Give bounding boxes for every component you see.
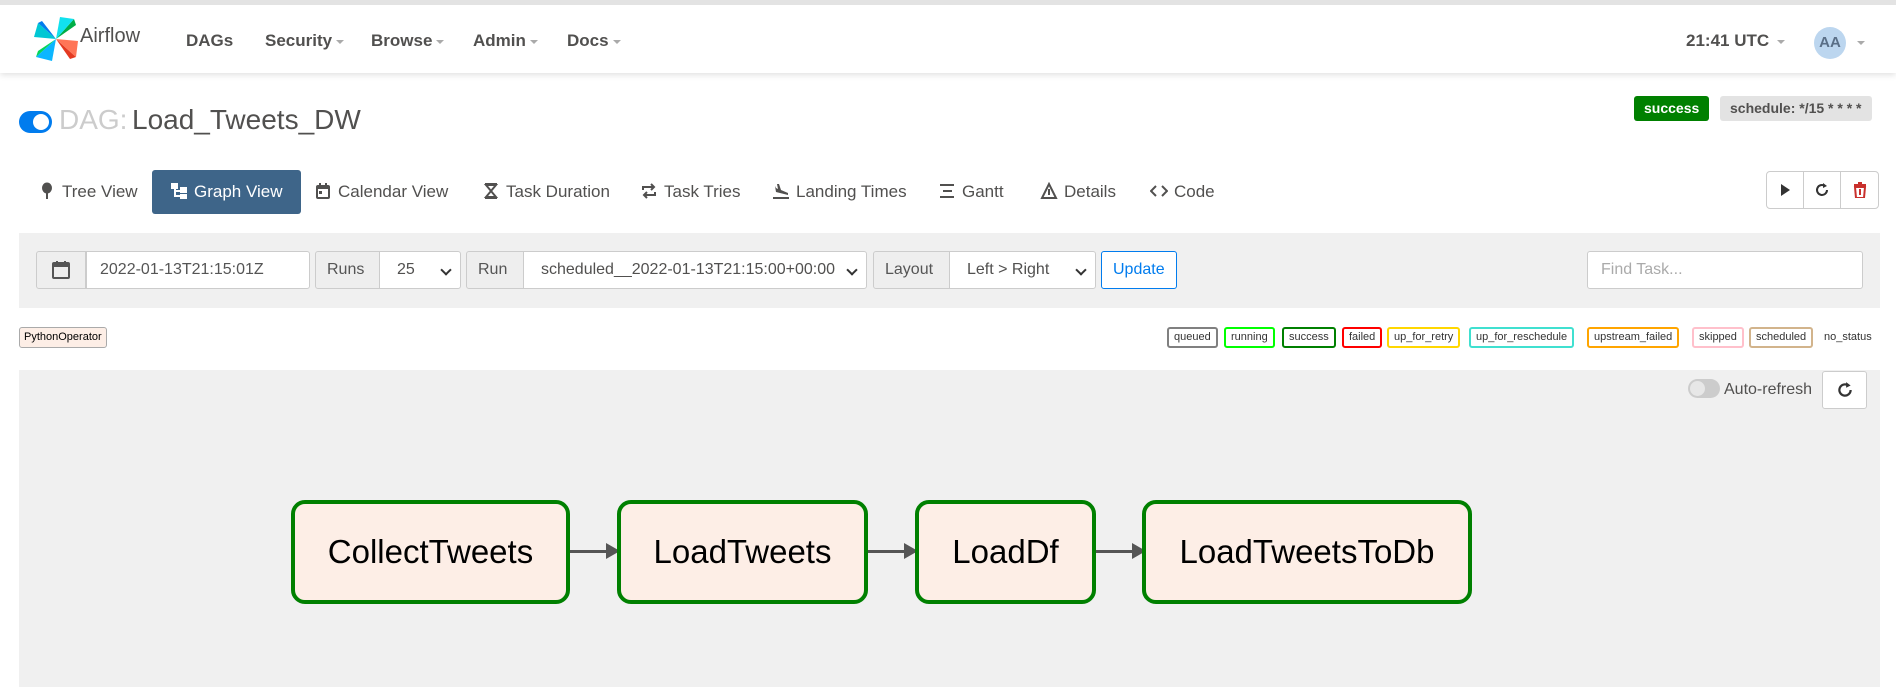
legend-running[interactable]: running [1224,327,1275,348]
calendar-icon [52,261,70,279]
play-icon [1781,184,1790,196]
legend-no-status[interactable]: no_status [1824,327,1872,348]
refresh-icon [1837,382,1852,397]
graph-refresh-button[interactable] [1822,371,1867,409]
layout-label: Layout [873,251,950,289]
calendar-icon [316,183,330,199]
legend-skipped[interactable]: skipped [1692,327,1744,348]
legend-scheduled[interactable]: scheduled [1749,327,1814,348]
execution-date-input[interactable] [86,251,310,289]
dag-title: Load_Tweets_DW [132,104,361,135]
code-icon [1150,185,1168,197]
caret-down-icon [436,39,445,44]
graph-edge [1096,550,1136,553]
graph-edge [570,550,610,553]
find-task-input[interactable] [1587,251,1863,289]
graph-icon [171,183,187,199]
caret-down-icon[interactable] [1857,41,1865,45]
date-picker-button[interactable] [36,251,86,289]
runs-label: Runs [315,251,380,289]
user-avatar[interactable]: AA [1814,27,1846,59]
tab-details[interactable]: Details [1040,170,1116,214]
tab-gantt[interactable]: Gantt [938,170,1004,214]
delete-dag-button[interactable] [1841,172,1878,208]
caret-down-icon [529,39,538,44]
dag-action-buttons [1766,171,1879,209]
auto-refresh-toggle[interactable]: Auto-refresh [1688,379,1812,399]
brand-name[interactable]: Airflow [80,25,140,48]
refresh-icon [1816,183,1828,196]
nav-dags[interactable]: DAGs [186,31,233,51]
schedule-badge: schedule: */15 * * * * [1720,96,1872,121]
layout-select[interactable]: Left > Right [949,251,1096,289]
refresh-dag-button[interactable] [1804,172,1841,208]
caret-down-icon [1777,39,1786,44]
nav-browse[interactable]: Browse [371,31,445,51]
run-select[interactable]: scheduled__2022-01-13T21:15:00+00:00 [523,251,867,289]
legend-up-for-reschedule[interactable]: up_for_reschedule [1469,327,1575,348]
hourglass-icon [483,183,499,199]
tab-code[interactable]: Code [1150,170,1215,214]
chevron-down-icon [846,264,858,276]
tab-calendar-view[interactable]: Calendar View [314,170,448,214]
landing-icon [773,184,789,199]
tab-tree-view[interactable]: Tree View [38,170,138,214]
trash-icon [1853,182,1866,198]
chevron-down-icon [440,264,452,276]
run-label: Run [466,251,524,289]
top-navbar: Airflow DAGs Security Browse Admin Docs … [0,0,1896,73]
dag-state-badge: success [1634,96,1710,121]
operator-legend-python[interactable]: PythonOperator [19,327,107,348]
dag-label-prefix: DAG: [59,104,128,135]
chevron-down-icon [1075,264,1087,276]
runs-select[interactable]: 25 [379,251,461,289]
tab-landing-times[interactable]: Landing Times [772,170,907,214]
task-node-collecttweets[interactable]: CollectTweets [291,500,570,604]
legend-queued[interactable]: queued [1167,327,1218,348]
caret-down-icon [336,39,345,44]
task-node-loaddf[interactable]: LoadDf [915,500,1096,604]
tab-task-tries[interactable]: Task Tries [640,170,741,214]
airflow-logo-icon[interactable] [34,17,78,61]
nav-security[interactable]: Security [265,31,345,51]
clock-dropdown[interactable]: 21:41 UTC [1686,31,1786,51]
dag-pause-toggle[interactable] [19,111,52,133]
nav-docs[interactable]: Docs [567,31,621,51]
task-node-loadtweetstodb[interactable]: LoadTweetsToDb [1142,500,1472,604]
tab-task-duration[interactable]: Task Duration [482,170,610,214]
legend-failed[interactable]: failed [1342,327,1383,348]
toggle-switch-icon [1688,379,1720,398]
legend-success[interactable]: success [1282,327,1336,348]
gantt-icon [940,184,954,198]
task-node-loadtweets[interactable]: LoadTweets [617,500,868,604]
details-icon [1040,182,1058,199]
nav-admin[interactable]: Admin [473,31,538,51]
update-button[interactable]: Update [1101,251,1177,289]
repeat-icon [642,183,656,199]
tab-graph-view[interactable]: Graph View [152,170,301,214]
legend-upstream-failed[interactable]: upstream_failed [1587,327,1680,348]
tree-icon [42,182,52,199]
trigger-dag-button[interactable] [1767,172,1804,208]
caret-down-icon [612,39,621,44]
legend-up-for-retry[interactable]: up_for_retry [1387,327,1461,348]
